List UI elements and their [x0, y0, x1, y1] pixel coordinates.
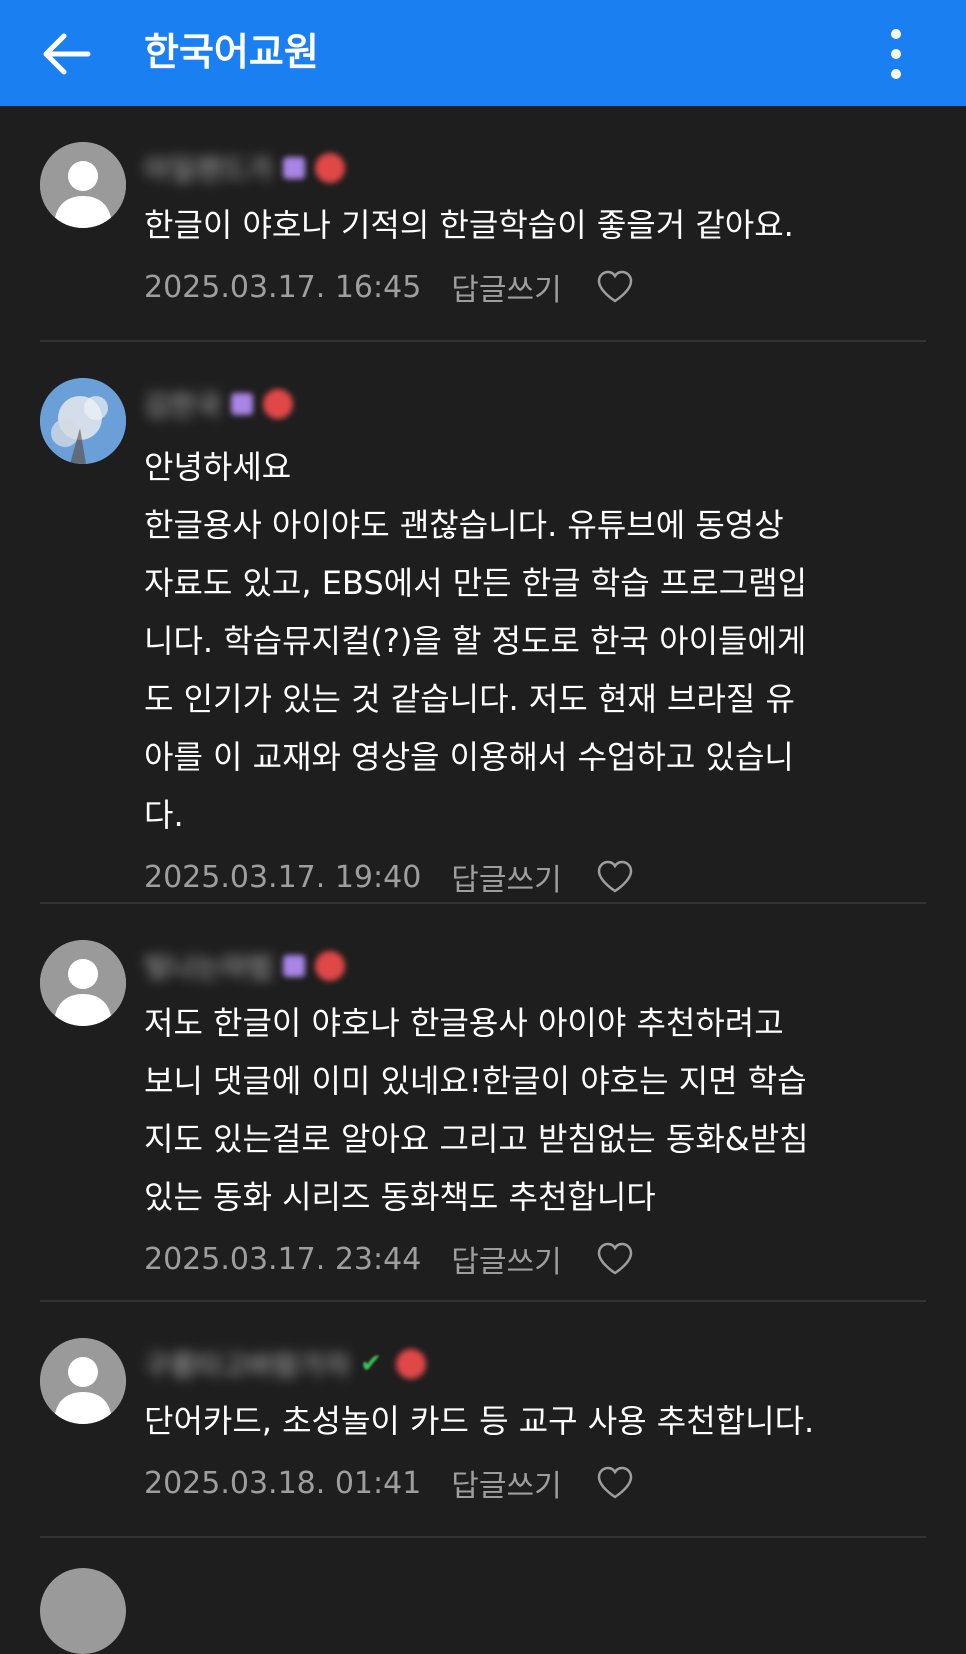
arrow-left-icon	[43, 33, 91, 75]
level-badge	[314, 153, 345, 183]
level-badge	[263, 389, 294, 419]
nickname[interactable]: 빛나는마법	[144, 946, 273, 986]
author-row: 김한국	[144, 382, 294, 426]
reply-button[interactable]: 답글쓰기	[451, 265, 561, 309]
comment-item: 구름타고바람가자 ✔ 단어카드, 초성놀이 카드 등 교구 사용 추천합니다. …	[40, 1302, 926, 1538]
more-options-button[interactable]	[866, 18, 926, 90]
member-badge	[231, 393, 254, 415]
comment-item: 김한국 안녕하세요 한글용사 아이야도 괜찮습니다. 유튜브에 동영상 자료도 …	[40, 342, 926, 904]
app-header: 한국어교원	[0, 0, 966, 106]
comment-meta: 2025.03.17. 16:45 답글쓰기	[40, 258, 926, 316]
heart-outline-icon	[597, 1466, 632, 1499]
check-badge-icon: ✔	[360, 1349, 382, 1379]
avatar[interactable]	[40, 1338, 126, 1424]
default-avatar-icon	[40, 142, 126, 228]
author-row: 아일랜드가	[144, 146, 345, 190]
comment-item: 빛나는마법 저도 한글이 야호나 한글용사 아이야 추천하려고 보니 댓글에 이…	[40, 904, 926, 1302]
comment-date: 2025.03.17. 19:40	[144, 859, 422, 895]
reply-button[interactable]: 답글쓰기	[451, 1461, 561, 1505]
nickname[interactable]: 아일랜드가	[144, 148, 273, 188]
heart-outline-icon	[597, 270, 632, 303]
avatar[interactable]	[40, 378, 126, 464]
avatar[interactable]	[40, 1568, 126, 1654]
level-badge	[396, 1349, 427, 1379]
page-title: 한국어교원	[144, 30, 319, 74]
reply-button[interactable]: 답글쓰기	[451, 1237, 561, 1281]
like-button[interactable]	[596, 270, 634, 304]
level-badge	[314, 951, 345, 981]
reply-button[interactable]: 답글쓰기	[451, 855, 561, 899]
avatar[interactable]	[40, 940, 126, 1026]
comment-date: 2025.03.17. 16:45	[144, 269, 422, 305]
comment-date: 2025.03.17. 23:44	[144, 1241, 422, 1277]
comment-item: 아일랜드가 한글이 야호나 기적의 한글학습이 좋을거 같아요. 2025.03…	[40, 106, 926, 342]
nickname[interactable]: 구름타고바람가자	[144, 1344, 350, 1384]
comment-meta: 2025.03.17. 19:40 답글쓰기	[40, 848, 926, 906]
default-avatar-icon	[40, 940, 126, 1026]
like-button[interactable]	[596, 1242, 634, 1276]
heart-outline-icon	[597, 1242, 632, 1275]
author-row: 구름타고바람가자 ✔	[144, 1342, 427, 1386]
member-badge	[282, 955, 305, 977]
more-vertical-icon	[891, 29, 901, 79]
comment-list: 아일랜드가 한글이 야호나 기적의 한글학습이 좋을거 같아요. 2025.03…	[0, 106, 966, 1654]
heart-outline-icon	[597, 860, 632, 893]
like-button[interactable]	[596, 860, 634, 894]
member-badge	[282, 157, 305, 179]
comment-date: 2025.03.18. 01:41	[144, 1465, 422, 1501]
default-avatar-icon	[40, 1338, 126, 1424]
back-button[interactable]	[30, 18, 102, 90]
like-button[interactable]	[596, 1466, 634, 1500]
comment-meta: 2025.03.18. 01:41 답글쓰기	[40, 1454, 926, 1512]
avatar[interactable]	[40, 142, 126, 228]
nickname[interactable]: 김한국	[144, 384, 221, 424]
comment-item-partial	[40, 1538, 926, 1654]
comment-meta: 2025.03.17. 23:44 답글쓰기	[40, 1230, 926, 1288]
photo-avatar-icon	[40, 378, 126, 464]
author-row: 빛나는마법	[144, 944, 345, 988]
